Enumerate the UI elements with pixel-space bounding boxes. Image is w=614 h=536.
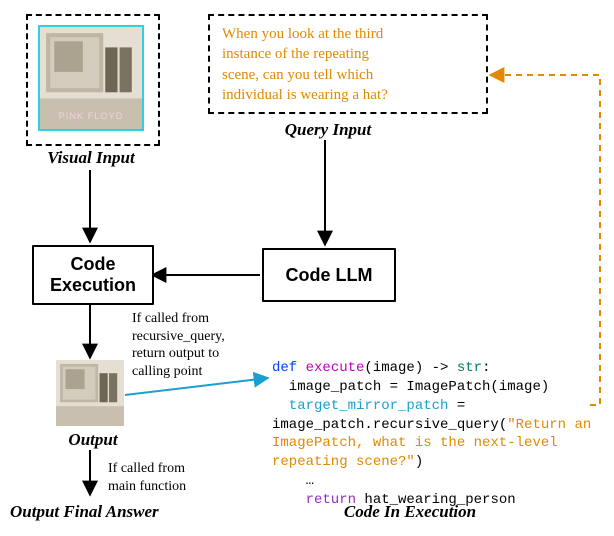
query-input-text: When you look at the third instance of t…	[222, 24, 474, 105]
visual-input-image: PINK FLOYD	[38, 25, 144, 131]
output-image	[56, 360, 124, 426]
final-answer-label: Output Final Answer	[10, 502, 220, 522]
visual-input-label: Visual Input	[26, 148, 156, 168]
main-condition-text: If called from main function	[108, 460, 238, 495]
code-block: def execute(image) -> str: image_patch =…	[272, 340, 612, 510]
recursive-condition-text: If called from recursive_query, return o…	[132, 310, 282, 380]
code-llm-box: Code LLM	[262, 248, 396, 302]
output-label: Output	[48, 430, 138, 450]
query-input-box: When you look at the third instance of t…	[208, 14, 488, 114]
code-execution-box: Code Execution	[32, 245, 154, 305]
query-input-label: Query Input	[258, 120, 398, 140]
svg-text:PINK FLOYD: PINK FLOYD	[59, 111, 124, 121]
